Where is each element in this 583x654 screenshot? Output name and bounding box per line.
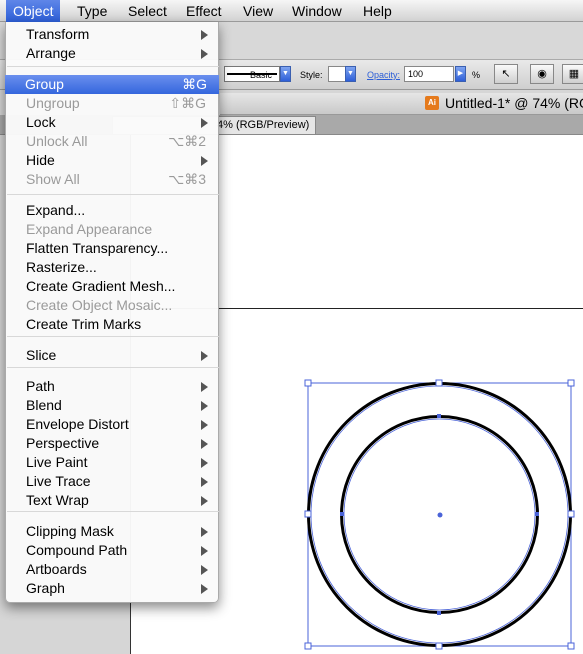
menu-item-label: Create Object Mosaic... [26,297,173,313]
menu-item-transform[interactable]: Transform [6,25,218,44]
chevron-right-icon [201,30,208,40]
chevron-right-icon [201,420,208,430]
menu-item-compound-path[interactable]: Compound Path [6,541,218,560]
menu-item-lock[interactable]: Lock [6,113,218,132]
menu-item-label: Group [25,76,64,92]
chevron-right-icon [201,565,208,575]
menubar-object[interactable]: Object [6,0,61,22]
menu-item-label: Arrange [26,45,76,61]
menu-item-flatten-transparency[interactable]: Flatten Transparency... [6,239,218,258]
menu-item-shortcut: ⇧⌘G [169,95,206,111]
chevron-right-icon [201,477,208,487]
menu-item-label: Rasterize... [26,259,97,275]
menubar-type[interactable]: Type [70,0,114,22]
menu-item-envelope-distort[interactable]: Envelope Distort [6,415,218,434]
chevron-right-icon [201,351,208,361]
menubar-view[interactable]: View [236,0,280,22]
menu-item-create-object-mosaic: Create Object Mosaic... [6,296,218,315]
menu-item-ungroup: Ungroup ⇧⌘G [6,94,218,113]
menu-item-live-paint[interactable]: Live Paint [6,453,218,472]
chevron-right-icon [201,439,208,449]
chevron-right-icon [201,401,208,411]
menu-item-show-all: Show All ⌥⌘3 [6,170,218,189]
menu-item-shortcut: ⌥⌘2 [168,133,206,149]
menu-item-label: Unlock All [26,133,88,149]
menu-separator [7,194,219,195]
menu-item-label: Compound Path [26,542,128,558]
chevron-right-icon [201,458,208,468]
chevron-right-icon [201,546,208,556]
menu-item-label: Live Paint [26,454,88,470]
menu-item-label: Transform [26,26,90,42]
menu-item-label: Clipping Mask [26,523,114,539]
menu-item-text-wrap[interactable]: Text Wrap [6,491,218,510]
menu-item-label: Graph [26,580,65,596]
menu-item-label: Perspective [26,435,100,451]
menu-item-label: Envelope Distort [26,416,129,432]
menu-item-create-gradient-mesh[interactable]: Create Gradient Mesh... [6,277,218,296]
menu-item-shortcut: ⌘G [182,76,207,92]
menubar-help[interactable]: Help [356,0,399,22]
menu-item-rasterize[interactable]: Rasterize... [6,258,218,277]
menu-item-label: Ungroup [26,95,80,111]
menu-item-path[interactable]: Path [6,377,218,396]
menu-separator [7,511,219,512]
chevron-right-icon [201,49,208,59]
object-menu: Transform Arrange Group ⌘G Ungroup ⇧⌘G Lock Unl… [5,22,219,603]
chevron-right-icon [201,118,208,128]
chevron-right-icon [201,527,208,537]
chevron-right-icon [201,584,208,594]
menu-item-label: Artboards [26,561,87,577]
chevron-right-icon [201,382,208,392]
menu-item-shortcut: ⌥⌘3 [168,171,206,187]
menu-item-slice[interactable]: Slice [6,346,218,365]
menu-item-expand[interactable]: Expand... [6,201,218,220]
menu-bar: Object Type Select Effect View Window He… [0,0,583,22]
menu-item-label: Slice [26,347,57,363]
menu-item-create-trim-marks[interactable]: Create Trim Marks [6,315,218,334]
menu-item-label: Lock [26,114,56,130]
chevron-right-icon [201,156,208,166]
menu-item-label: Show All [26,171,80,187]
menubar-window[interactable]: Window [285,0,349,22]
menu-item-label: Create Trim Marks [26,316,142,332]
menu-item-unlock-all: Unlock All ⌥⌘2 [6,132,218,151]
menu-item-arrange[interactable]: Arrange [6,44,218,63]
menu-item-artboards[interactable]: Artboards [6,560,218,579]
menu-item-group[interactable]: Group ⌘G [5,75,219,94]
menu-item-label: Path [26,378,55,394]
menu-item-label: Expand... [26,202,86,218]
menu-item-label: Text Wrap [26,492,89,508]
chevron-right-icon [201,496,208,506]
menu-item-label: Expand Appearance [26,221,153,237]
menu-item-label: Blend [26,397,62,413]
menu-item-label: Hide [26,152,55,168]
menu-item-graph[interactable]: Graph [6,579,218,598]
menu-item-label: Live Trace [26,473,91,489]
menu-item-blend[interactable]: Blend [6,396,218,415]
menu-item-label: Flatten Transparency... [26,240,169,256]
menu-separator [7,66,219,67]
menu-item-clipping-mask[interactable]: Clipping Mask [6,522,218,541]
menu-item-label: Create Gradient Mesh... [26,278,176,294]
menubar-select[interactable]: Select [121,0,174,22]
menu-item-perspective[interactable]: Perspective [6,434,218,453]
menu-separator [7,336,219,337]
menu-item-live-trace[interactable]: Live Trace [6,472,218,491]
menubar-effect[interactable]: Effect [179,0,229,22]
menu-item-hide[interactable]: Hide [6,151,218,170]
menu-separator [7,367,219,368]
menu-item-expand-appearance: Expand Appearance [6,220,218,239]
